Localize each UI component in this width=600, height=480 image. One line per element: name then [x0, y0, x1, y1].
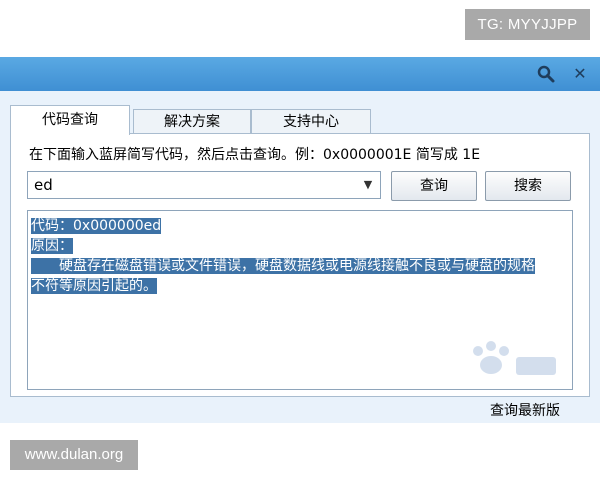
- result-textarea[interactable]: 代码：0x000000ed 原因： 硬盘存在磁盘错误或文件错误，硬盘数据线或电源…: [27, 210, 573, 390]
- check-latest-version-link[interactable]: 查询最新版: [490, 400, 560, 420]
- watermark-tg-label: TG: MYYJJPP: [465, 9, 590, 40]
- watermark-site-label: www.dulan.org: [10, 440, 138, 470]
- query-button[interactable]: 查询: [391, 171, 477, 201]
- chevron-down-icon[interactable]: ▼: [360, 172, 376, 198]
- tab-support-center[interactable]: 支持中心: [251, 109, 371, 134]
- result-reason-line2: 不符等原因引起的。: [31, 278, 157, 294]
- window-body: 代码查询 解决方案 支持中心 在下面输入蓝屏简写代码，然后点击查询。例：0x00…: [0, 91, 600, 423]
- result-code-line: 代码：0x000000ed: [31, 218, 162, 234]
- code-query-panel: 在下面输入蓝屏简写代码，然后点击查询。例：0x0000001E 简写成 1E e…: [10, 133, 590, 397]
- title-bar: ✕: [0, 57, 600, 91]
- close-icon[interactable]: ✕: [570, 64, 590, 84]
- search-icon[interactable]: [536, 64, 556, 84]
- result-reason-label: 原因：: [31, 238, 73, 254]
- search-button[interactable]: 搜索: [485, 171, 571, 201]
- tab-solutions[interactable]: 解决方案: [133, 109, 251, 134]
- code-combobox[interactable]: ed ▼: [27, 171, 381, 199]
- result-content: 代码：0x000000ed 原因： 硬盘存在磁盘错误或文件错误，硬盘数据线或电源…: [31, 216, 535, 296]
- app-window: ✕ 代码查询 解决方案 支持中心 在下面输入蓝屏简写代码，然后点击查询。例：0x…: [0, 57, 600, 423]
- result-reason-line1: 硬盘存在磁盘错误或文件错误，硬盘数据线或电源线接触不良或与硬盘的规格: [31, 258, 535, 274]
- tab-code-query[interactable]: 代码查询: [10, 105, 130, 135]
- instruction-text: 在下面输入蓝屏简写代码，然后点击查询。例：0x0000001E 简写成 1E: [29, 147, 481, 163]
- faded-logo-watermark: [473, 341, 556, 375]
- code-input-value[interactable]: ed: [34, 172, 53, 198]
